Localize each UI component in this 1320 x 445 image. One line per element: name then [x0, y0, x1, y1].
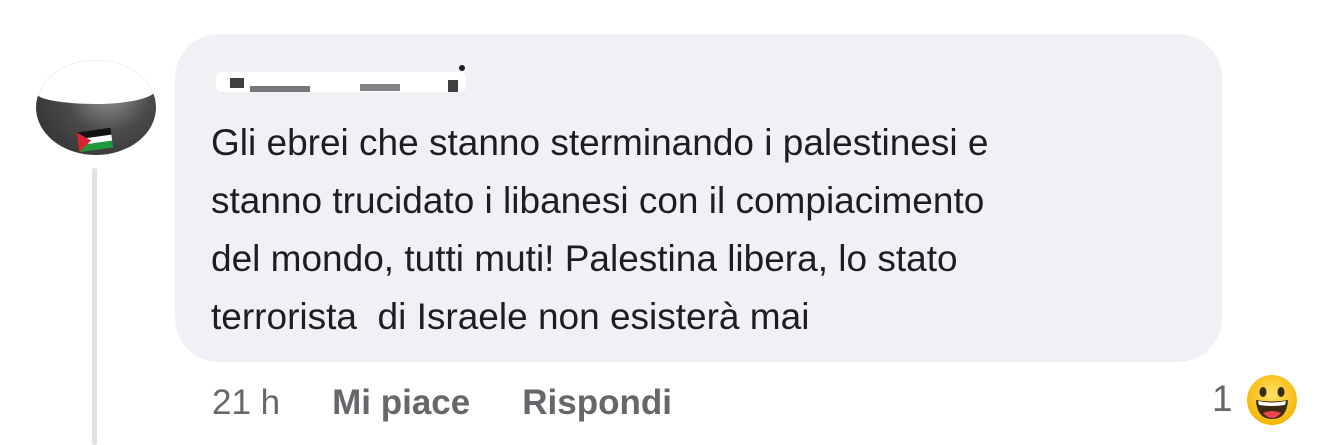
comment-item: Gli ebrei che stanno sterminando i pales… [0, 0, 1320, 445]
comment-actions: 21 h Mi piace Rispondi [212, 380, 672, 426]
reply-button[interactable]: Rispondi [522, 383, 672, 423]
timestamp[interactable]: 21 h [212, 383, 280, 423]
thread-line [92, 168, 97, 445]
comment-text: Gli ebrei che stanno sterminando i pales… [211, 122, 989, 337]
like-button[interactable]: Mi piace [332, 383, 470, 423]
author-name-redacted[interactable] [210, 64, 478, 96]
grinning-sweat-emoji-icon[interactable] [1245, 373, 1299, 427]
avatar-mask [36, 60, 156, 104]
reaction-count[interactable]: 1 [1212, 378, 1233, 420]
